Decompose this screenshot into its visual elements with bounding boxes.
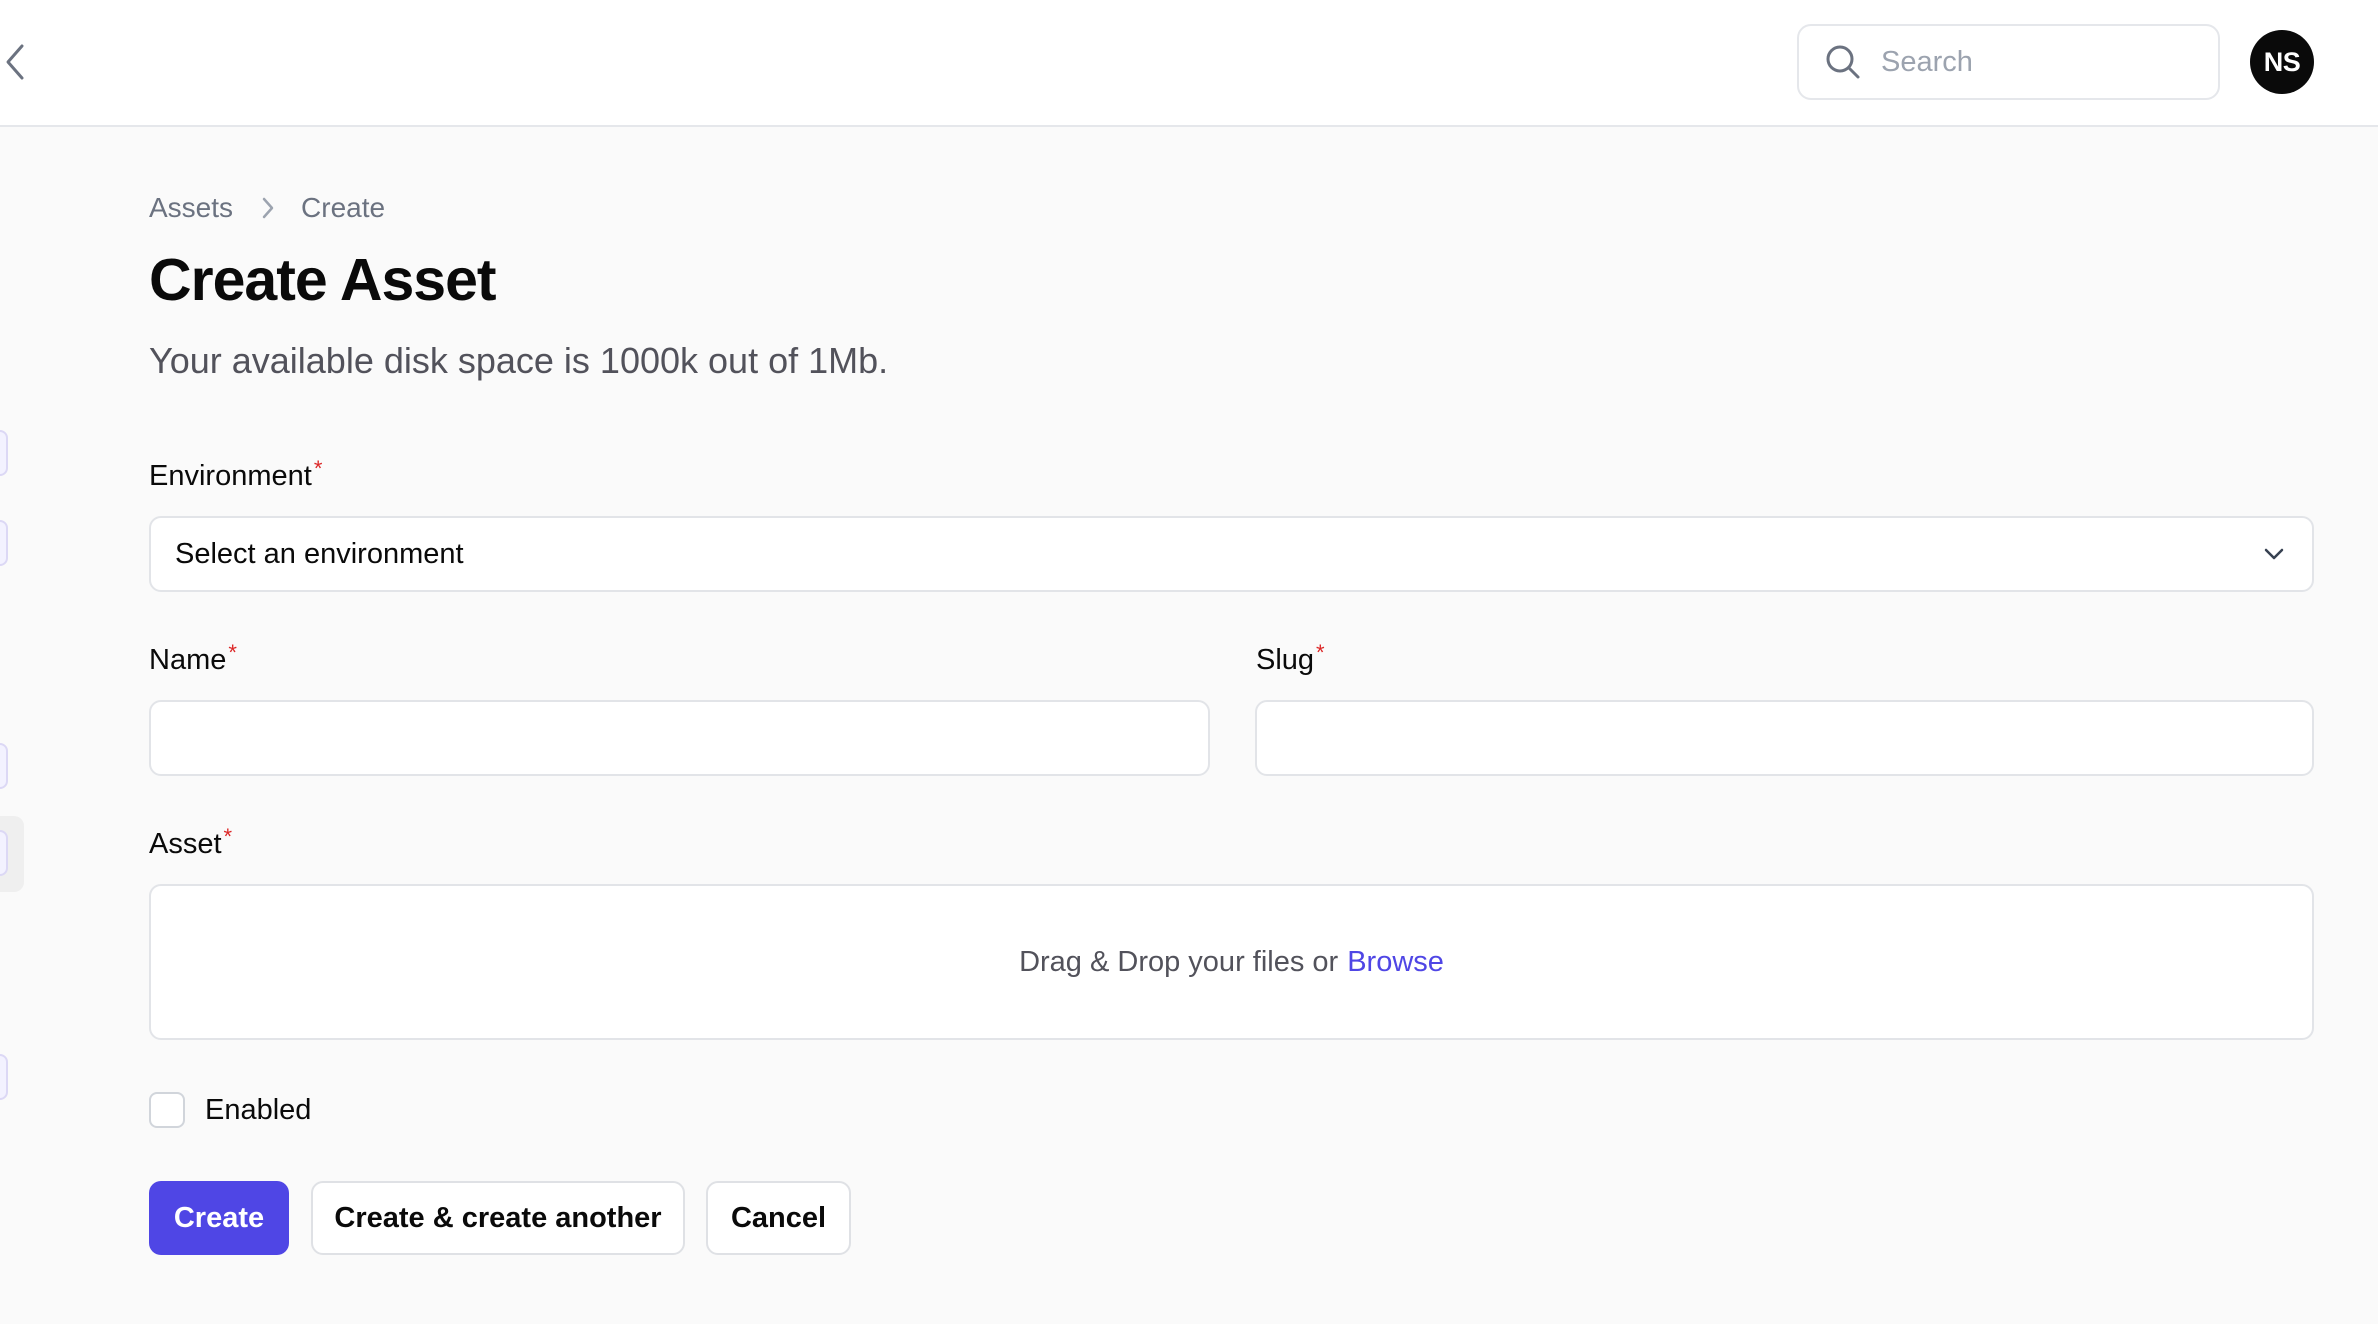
- page-subtitle: Your available disk space is 1000k out o…: [149, 340, 889, 381]
- chevron-left-icon: [4, 43, 26, 81]
- search-input[interactable]: [1881, 45, 2181, 79]
- avatar[interactable]: NS: [2250, 30, 2314, 94]
- search-box[interactable]: [1797, 24, 2220, 100]
- required-marker: *: [228, 640, 237, 665]
- environment-label: Environment*: [149, 456, 322, 493]
- name-label: Name*: [149, 640, 237, 677]
- enabled-checkbox[interactable]: [149, 1092, 185, 1128]
- sidebar-item-stub[interactable]: [0, 430, 8, 476]
- asset-label: Asset*: [149, 824, 232, 861]
- environment-select-value: Select an environment: [175, 537, 464, 570]
- sidebar-item-stub[interactable]: [0, 520, 8, 566]
- required-marker: *: [223, 824, 233, 849]
- asset-label-text: Asset: [149, 828, 222, 860]
- required-marker: *: [1316, 640, 1325, 665]
- sidebar-item-active[interactable]: [0, 816, 24, 892]
- create-another-button[interactable]: Create & create another: [311, 1181, 685, 1255]
- environment-label-text: Environment: [149, 460, 312, 492]
- page-title: Create Asset: [149, 247, 497, 313]
- search-icon: [1825, 44, 1861, 80]
- asset-dropzone[interactable]: Drag & Drop your files or Browse: [149, 884, 2314, 1040]
- slug-input[interactable]: [1255, 700, 2314, 776]
- slug-label: Slug*: [1256, 640, 1325, 677]
- required-marker: *: [313, 456, 323, 481]
- name-input[interactable]: [149, 700, 1210, 776]
- top-bar: NS: [0, 0, 2378, 127]
- back-button[interactable]: [0, 38, 30, 86]
- enabled-row: Enabled: [149, 1092, 311, 1128]
- chevron-down-icon: [2260, 540, 2288, 568]
- name-label-text: Name: [149, 644, 227, 676]
- sidebar-item-stub[interactable]: [0, 1054, 8, 1100]
- chevron-right-icon: [261, 196, 275, 220]
- breadcrumb-item-assets[interactable]: Assets: [149, 192, 233, 224]
- sidebar-item-stub[interactable]: [0, 743, 8, 789]
- environment-select[interactable]: Select an environment: [149, 516, 2314, 592]
- dropzone-text: Drag & Drop your files or: [1019, 945, 1339, 978]
- breadcrumb-item-create: Create: [301, 192, 386, 223]
- slug-label-text: Slug: [1256, 644, 1315, 676]
- sidebar-item-stub: [0, 830, 8, 876]
- cancel-button[interactable]: Cancel: [706, 1181, 851, 1255]
- breadcrumb: Assets Create: [149, 192, 385, 224]
- browse-link[interactable]: Browse: [1347, 946, 1444, 979]
- create-button[interactable]: Create: [149, 1181, 289, 1255]
- enabled-label[interactable]: Enabled: [205, 1094, 311, 1127]
